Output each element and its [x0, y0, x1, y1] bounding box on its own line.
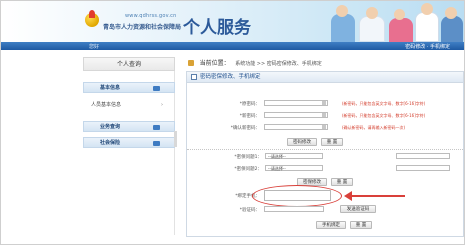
- security-question-2-select[interactable]: --请选择--: [265, 165, 323, 171]
- bind-phone-label: *绑定手机：: [235, 194, 260, 199]
- new-password-input[interactable]: [264, 112, 328, 118]
- new-password-label: *新密码：: [239, 114, 260, 119]
- old-password-label: *原密码：: [239, 102, 260, 107]
- security-question-2-label: *密保问题2：: [234, 167, 262, 172]
- confirm-password-label: *确认新密码：: [230, 126, 260, 131]
- breadcrumb: 当前位置： 系统功能 >> 密码密保修改、手机绑定: [188, 58, 322, 67]
- sidebar-collapse-handle[interactable]: [174, 131, 177, 147]
- sidebar-section-business-query[interactable]: 业务查询: [83, 121, 175, 132]
- sidebar-section-label: 社会保险: [100, 140, 121, 146]
- expand-icon: [153, 86, 160, 91]
- site-header: www.qdhrss.gov.cn 青岛市人力资源和社会保障局 个人服务: [1, 1, 464, 42]
- section-divider: [187, 149, 463, 150]
- keyboard-icon[interactable]: [322, 101, 326, 105]
- reset-security-button[interactable]: 重 置: [331, 178, 353, 186]
- security-question-1-label: *密保问题1：: [234, 155, 262, 160]
- sidebar-title: 个人查询: [83, 57, 175, 71]
- bureau-name: 青岛市人力资源和社会保障局: [103, 24, 182, 31]
- send-code-button[interactable]: 发送验证码: [340, 205, 376, 213]
- bind-phone-button[interactable]: 手机绑定: [316, 221, 346, 229]
- welcome-text: 您好: [89, 44, 100, 50]
- confirm-password-hint: (确认新密码，请再输入新密码一次): [342, 125, 406, 130]
- sidebar-item-label: 人员基本信息: [91, 102, 122, 108]
- reset-phone-button[interactable]: 重 置: [350, 221, 372, 229]
- panel-icon: [191, 74, 197, 80]
- expand-icon: [153, 141, 160, 146]
- new-password-hint-2: (新密码，只能包含英文字母、数字[6-16]字符): [342, 113, 426, 118]
- expand-icon: [153, 125, 160, 130]
- chevron-right-icon: ›: [161, 102, 163, 108]
- top-nav-bar: 您好 密码修改 · 手机绑定: [1, 42, 464, 50]
- home-icon: [188, 60, 194, 66]
- confirm-password-input[interactable]: [264, 124, 328, 130]
- bureau-logo-icon: [85, 10, 99, 27]
- panel-header: 密码密保修改、手机绑定: [187, 72, 463, 83]
- keyboard-icon[interactable]: [322, 113, 326, 117]
- reset-password-button[interactable]: 重 置: [321, 138, 343, 146]
- security-question-1-select[interactable]: --请选择--: [265, 153, 323, 159]
- annotation-arrow-icon: [344, 191, 405, 201]
- panel-title: 密码密保修改、手机绑定: [200, 74, 261, 80]
- sidebar: 个人查询 基本信息 人员基本信息 › 业务查询 社会保险: [83, 57, 175, 235]
- security-answer-1-input[interactable]: [396, 153, 450, 159]
- sidebar-section-label: 业务查询: [100, 124, 121, 130]
- site-url: www.qdhrss.gov.cn: [125, 13, 177, 19]
- sidebar-section-social-insurance[interactable]: 社会保险: [83, 137, 175, 148]
- verification-code-input[interactable]: [264, 206, 324, 212]
- security-answer-2-input[interactable]: [396, 165, 450, 171]
- breadcrumb-current-label: 当前位置：: [199, 60, 230, 67]
- verification-code-label: *验证码：: [239, 208, 260, 213]
- keyboard-icon[interactable]: [322, 125, 326, 129]
- breadcrumb-path: 系统功能 >> 密码密保修改、手机绑定: [235, 61, 322, 67]
- sidebar-section-label: 基本信息: [100, 85, 121, 91]
- change-password-button[interactable]: 密码修改: [287, 138, 317, 146]
- service-title: 个人服务: [183, 18, 251, 38]
- annotation-highlight-oval: [252, 185, 342, 207]
- sidebar-section-basic-info[interactable]: 基本信息: [83, 82, 175, 93]
- header-banner-image: [323, 1, 464, 42]
- top-nav-links[interactable]: 密码修改 · 手机绑定: [405, 43, 450, 50]
- new-password-hint: (新密码，只能包含英文字母、数字[6-16]字符): [342, 101, 426, 106]
- old-password-input[interactable]: [264, 100, 328, 106]
- sidebar-item-person-info[interactable]: 人员基本信息 ›: [83, 99, 175, 111]
